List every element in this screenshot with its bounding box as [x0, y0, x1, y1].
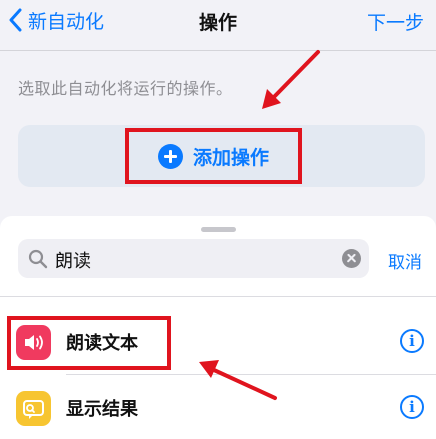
- add-action-label: 添加操作: [192, 146, 269, 169]
- search-value: 朗读: [55, 251, 91, 272]
- automation-prompt: 选取此自动化将运行的操作。: [18, 79, 233, 98]
- result-glyph: [23, 400, 44, 419]
- sheet-grabber[interactable]: [201, 227, 236, 232]
- add-action-button[interactable]: 添加操作: [125, 128, 302, 184]
- automation-sheet: 新自动化 操作 下一步 选取此自动化将运行的操作。 添加操作: [0, 0, 436, 214]
- plus-circle-icon: [157, 143, 183, 169]
- divider: [66, 374, 436, 375]
- divider: [0, 296, 436, 297]
- result-label: 显示结果: [66, 399, 138, 420]
- clear-icon[interactable]: [342, 249, 361, 268]
- result-row-show-result[interactable]: 显示结果 i: [0, 378, 436, 438]
- cancel-button[interactable]: 取消: [388, 248, 422, 273]
- search-input[interactable]: 朗读: [18, 239, 369, 278]
- info-icon[interactable]: i: [400, 329, 424, 353]
- search-icon: [28, 249, 48, 269]
- result-bubble-icon: [16, 391, 51, 426]
- highlight-box: [7, 316, 171, 370]
- info-icon[interactable]: i: [400, 395, 424, 419]
- navigation-bar: 新自动化 操作 下一步: [0, 0, 436, 46]
- divider: [0, 50, 436, 51]
- next-button[interactable]: 下一步: [367, 8, 424, 35]
